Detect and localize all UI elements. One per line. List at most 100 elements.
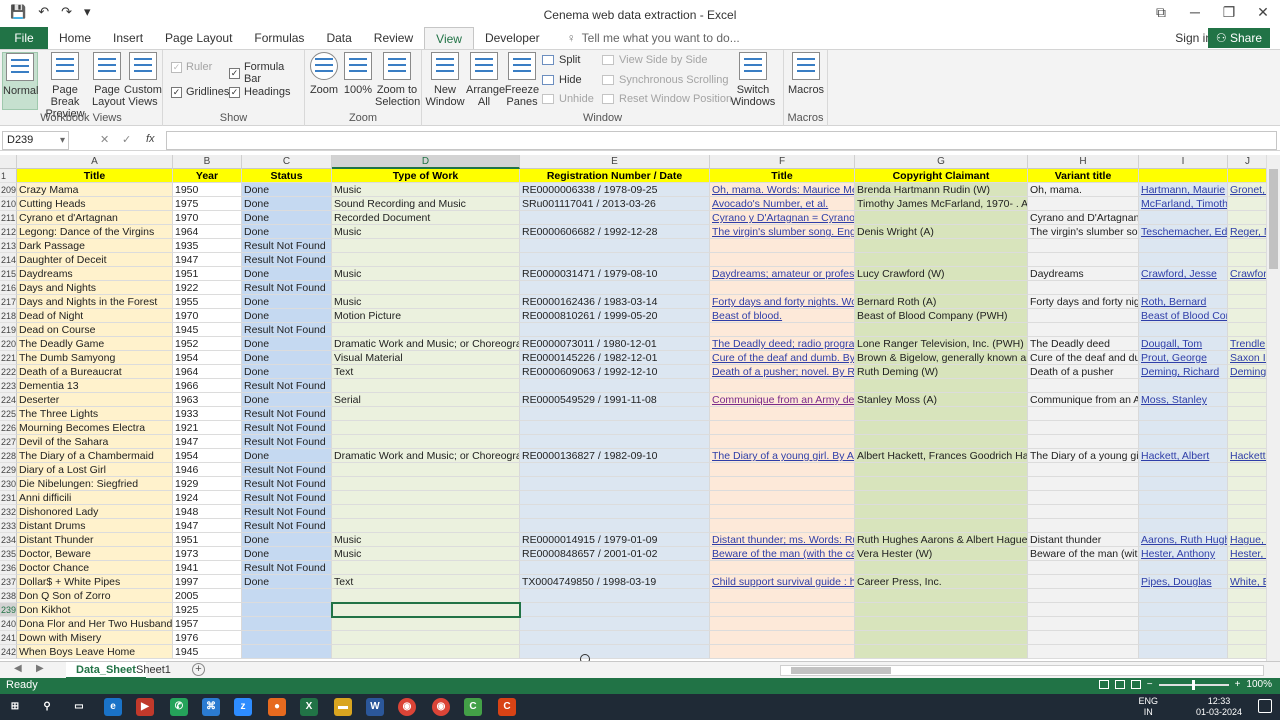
cell-g[interactable]: Ruth Deming (W) — [855, 365, 1028, 379]
cell-d[interactable] — [332, 323, 520, 337]
cell-i[interactable]: Deming, Richard — [1139, 365, 1228, 379]
cell-b[interactable]: 1941 — [173, 561, 242, 575]
column-header-b[interactable]: B — [173, 155, 242, 169]
cell-a[interactable]: Don Q Son of Zorro — [17, 589, 173, 603]
new-window-button[interactable]: New Window — [424, 52, 466, 108]
column-header-i[interactable]: I — [1139, 155, 1228, 169]
cell-a[interactable]: Distant Drums — [17, 519, 173, 533]
cell-h[interactable] — [1028, 407, 1139, 421]
cell-i[interactable]: Hackett, Albert — [1139, 449, 1228, 463]
cell-j[interactable] — [1228, 491, 1268, 505]
view-side-by-side-button[interactable]: View Side by Side — [602, 54, 707, 66]
cell-b[interactable]: 1957 — [173, 617, 242, 631]
cell-f[interactable]: Cure of the deaf and dumb. By Geo — [710, 351, 855, 365]
cell-i[interactable] — [1139, 603, 1228, 617]
cell-i[interactable] — [1139, 463, 1228, 477]
cell-g[interactable] — [855, 519, 1028, 533]
cell-h[interactable] — [1028, 617, 1139, 631]
row-header[interactable]: 242 — [0, 645, 17, 659]
cell-j[interactable] — [1228, 281, 1268, 295]
cell-e[interactable] — [520, 435, 710, 449]
cell-a[interactable]: Deserter — [17, 393, 173, 407]
cell-e[interactable] — [520, 281, 710, 295]
cell-h[interactable] — [1028, 421, 1139, 435]
cell-a[interactable]: Mourning Becomes Electra — [17, 421, 173, 435]
cell-c[interactable]: Result Not Found — [242, 463, 332, 477]
row-header[interactable]: 220 — [0, 337, 17, 351]
cell-e[interactable] — [520, 561, 710, 575]
prev-sheet-icon[interactable]: ◀ — [14, 663, 22, 674]
cell-f[interactable] — [710, 379, 855, 393]
cell-b[interactable]: 1945 — [173, 645, 242, 659]
cell-j[interactable]: Hackett, — [1228, 449, 1268, 463]
cell-e[interactable] — [520, 491, 710, 505]
cell-d[interactable] — [332, 435, 520, 449]
zoom-slider[interactable] — [1158, 679, 1229, 690]
cell-d[interactable] — [332, 519, 520, 533]
cell-j[interactable] — [1228, 323, 1268, 337]
cell-j[interactable] — [1228, 505, 1268, 519]
row-header[interactable]: 228 — [0, 449, 17, 463]
ruler-checkbox[interactable]: ✓ Ruler — [171, 61, 212, 73]
cell-h[interactable]: The Diary of a young girl. — [1028, 449, 1139, 463]
cell-f[interactable] — [710, 491, 855, 505]
cell-d[interactable]: Music — [332, 183, 520, 197]
cell-f[interactable] — [710, 505, 855, 519]
cell-h[interactable]: Daydreams — [1028, 267, 1139, 281]
cell-f[interactable]: Beast of blood. — [710, 309, 855, 323]
cell-a[interactable]: Days and Nights in the Forest — [17, 295, 173, 309]
cell-h[interactable]: Distant thunder — [1028, 533, 1139, 547]
cell-d[interactable] — [332, 491, 520, 505]
cell-i[interactable] — [1139, 435, 1228, 449]
cell-h[interactable] — [1028, 505, 1139, 519]
row-header[interactable]: 215 — [0, 267, 17, 281]
cell-f[interactable] — [710, 519, 855, 533]
cell-f[interactable] — [710, 281, 855, 295]
cell-c[interactable]: Result Not Found — [242, 281, 332, 295]
normal-view-button[interactable]: Normal — [2, 52, 38, 110]
cell-g[interactable] — [855, 477, 1028, 491]
cell-j[interactable] — [1228, 309, 1268, 323]
row-header[interactable]: 221 — [0, 351, 17, 365]
cell-h[interactable] — [1028, 575, 1139, 589]
vertical-scrollbar[interactable] — [1266, 155, 1280, 661]
cell-c[interactable]: Done — [242, 295, 332, 309]
cell-b[interactable]: 1954 — [173, 449, 242, 463]
tab-formulas[interactable]: Formulas — [243, 27, 315, 49]
cell-f[interactable] — [710, 603, 855, 617]
cell-g[interactable] — [855, 211, 1028, 225]
cell-f[interactable] — [710, 239, 855, 253]
cell-j[interactable]: Gronet, Jo — [1228, 183, 1268, 197]
word-icon[interactable]: W — [366, 698, 384, 716]
insert-function-icon[interactable]: fx — [146, 133, 155, 145]
cell-f[interactable]: Death of a pusher; novel. By Richar — [710, 365, 855, 379]
zoom-button[interactable]: Zoom — [307, 52, 341, 96]
cell-e[interactable]: RE0000145226 / 1982-12-01 — [520, 351, 710, 365]
cell-d[interactable] — [332, 379, 520, 393]
cell-d[interactable]: Visual Material — [332, 351, 520, 365]
cell-c[interactable]: Done — [242, 365, 332, 379]
cell-j[interactable] — [1228, 645, 1268, 659]
cell-g[interactable] — [855, 505, 1028, 519]
cell-c[interactable]: Done — [242, 183, 332, 197]
cell-h[interactable] — [1028, 281, 1139, 295]
select-all-corner[interactable] — [0, 155, 17, 169]
cell-a[interactable]: Distant Thunder — [17, 533, 173, 547]
row-header[interactable]: 210 — [0, 197, 17, 211]
cell-g[interactable]: Timothy James McFarland, 1970- . Address… — [855, 197, 1028, 211]
cell-e[interactable] — [520, 631, 710, 645]
hide-button[interactable]: Hide — [542, 74, 582, 86]
cell-j[interactable] — [1228, 561, 1268, 575]
row-header[interactable]: 227 — [0, 435, 17, 449]
cell-c[interactable]: Done — [242, 225, 332, 239]
cancel-icon[interactable]: ✕ — [100, 133, 109, 146]
cell-i[interactable] — [1139, 589, 1228, 603]
cell-i[interactable] — [1139, 169, 1228, 183]
cell-e[interactable]: RE0000073011 / 1980-12-01 — [520, 337, 710, 351]
row-header[interactable]: 239 — [0, 603, 17, 617]
cell-f[interactable]: Daydreams; amateur or professional — [710, 267, 855, 281]
cell-c[interactable]: Done — [242, 211, 332, 225]
cell-d[interactable] — [332, 505, 520, 519]
share-button[interactable]: ⚇ Share — [1207, 28, 1270, 48]
cell-c[interactable]: Done — [242, 309, 332, 323]
